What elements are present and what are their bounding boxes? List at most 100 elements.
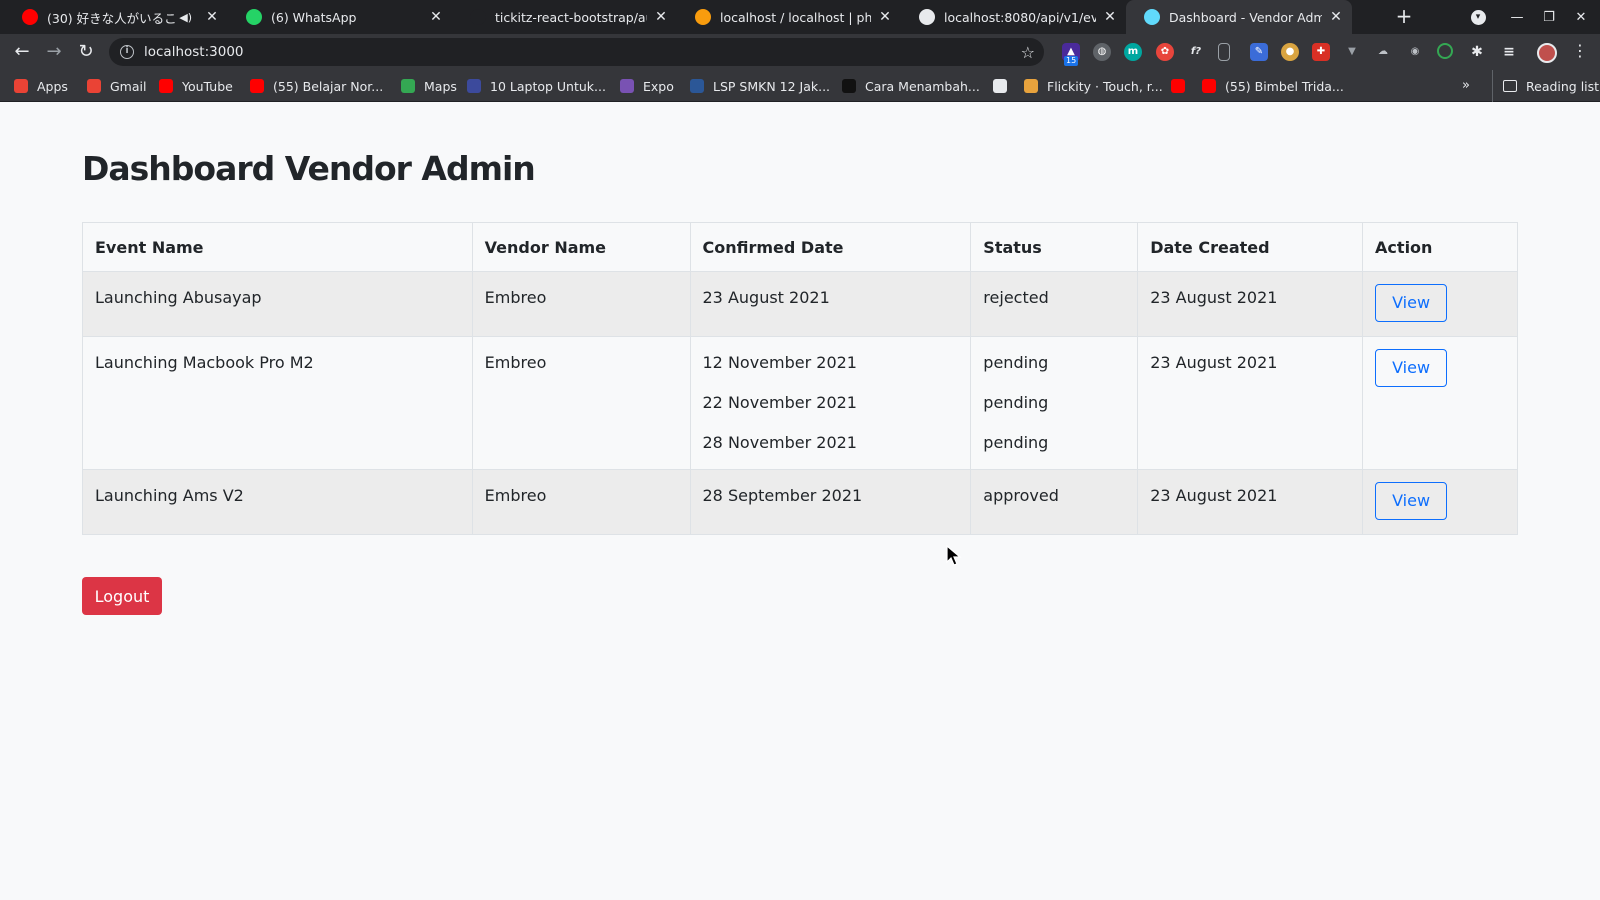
logout-button[interactable]: Logout (82, 577, 162, 615)
reload-button[interactable]: ↻ (74, 40, 98, 64)
gmail-icon (87, 79, 101, 93)
bookmark-label: Expo (643, 78, 674, 94)
extension-picker-icon[interactable]: ✎ (1250, 43, 1268, 61)
bookmark-item[interactable]: Expo (620, 70, 674, 102)
status-cell: approved (983, 486, 1059, 505)
date-created-cell: 23 August 2021 (1150, 353, 1278, 372)
extension-red-icon[interactable]: ✚ (1312, 43, 1330, 61)
browser-menu-icon[interactable]: ⋮ (1572, 41, 1588, 60)
bookmark-label: Gmail (110, 78, 147, 94)
close-tab-icon[interactable]: ✕ (204, 9, 220, 25)
table-row: Launching Abusayap Embreo 23 August 2021 re… (82, 271, 1518, 337)
close-tab-icon[interactable]: ✕ (428, 9, 444, 25)
globe-icon (919, 9, 935, 25)
media-control-icon[interactable]: ≡ (1500, 43, 1518, 61)
browser-tab-bar: (30) 好きな人がいること ◀) ✕ (6) WhatsApp ✕ tickitz-re… (0, 0, 1600, 34)
date-created-cell: 23 August 2021 (1150, 288, 1278, 307)
close-tab-icon[interactable]: ✕ (877, 9, 893, 25)
close-tab-icon[interactable]: ✕ (653, 9, 669, 25)
browser-tab-1[interactable]: (6) WhatsApp ✕ (228, 0, 452, 34)
reading-list-button[interactable]: Reading list (1492, 70, 1599, 102)
tab-title: tickitz-react-bootstrap/auth (495, 9, 647, 25)
mouse-cursor-icon (946, 545, 962, 566)
bookmark-item[interactable] (993, 70, 1016, 102)
page-viewport: Dashboard Vendor Admin Event Name Vendor… (0, 103, 1600, 900)
view-button[interactable]: View (1375, 284, 1448, 322)
extension-vue-icon[interactable]: ▼ (1343, 43, 1361, 61)
bootstrap-icon (620, 79, 634, 93)
header-confirmed-date: Confirmed Date (689, 222, 972, 272)
bookmark-item[interactable]: Flickity · Touch, r... (1024, 70, 1163, 102)
browser-tab-2[interactable]: tickitz-react-bootstrap/auth ✕ (452, 0, 677, 34)
header-event-name: Event Name (82, 222, 473, 272)
profile-avatar[interactable] (1537, 43, 1557, 63)
vendor-name-cell: Embreo (484, 353, 547, 372)
bookmark-item[interactable]: Cara Menambah... (842, 70, 980, 102)
tab-search-button[interactable]: ▾ (1466, 0, 1490, 34)
extension-globe-icon[interactable]: ◍ (1093, 43, 1111, 61)
bookmark-item[interactable]: (55) Belajar Nor... (250, 70, 383, 102)
site-info-icon[interactable]: i (120, 45, 134, 59)
bookmark-item[interactable]: 10 Laptop Untuk... (467, 70, 606, 102)
bookmark-label: Apps (37, 78, 68, 94)
extension-circle-icon[interactable] (1437, 43, 1453, 59)
browser-tab-5[interactable]: Dashboard - Vendor Admin ✕ (1126, 0, 1352, 34)
date-created-cell: 23 August 2021 (1150, 486, 1278, 505)
whatsapp-icon (246, 9, 262, 25)
bookmark-item[interactable] (1171, 70, 1194, 102)
close-tab-icon[interactable]: ✕ (1328, 9, 1344, 25)
address-bar[interactable]: i localhost:3000 ☆ (109, 38, 1044, 66)
page-title: Dashboard Vendor Admin (82, 149, 536, 188)
youtube-icon (1171, 79, 1185, 93)
new-tab-button[interactable]: + (1392, 5, 1416, 29)
bookmark-label: 10 Laptop Untuk... (490, 78, 606, 94)
bookmark-label: YouTube (182, 78, 233, 94)
table-row: Launching Ams V2 Embreo 28 September 2021 a… (82, 469, 1518, 535)
maximize-button[interactable]: ❐ (1537, 0, 1561, 34)
bookmark-label: Maps (424, 78, 457, 94)
close-tab-icon[interactable]: ✕ (1102, 9, 1118, 25)
back-button[interactable]: ← (10, 40, 34, 64)
extension-fx-icon[interactable]: f? (1187, 43, 1205, 61)
github-icon (842, 79, 856, 93)
more-bookmarks-button[interactable]: » (1462, 78, 1470, 93)
events-table: Event Name Vendor Name Confirmed Date St… (82, 222, 1518, 535)
bookmark-item[interactable]: Apps (14, 70, 68, 102)
browser-tab-0[interactable]: (30) 好きな人がいること ◀) ✕ (4, 0, 228, 34)
bookmark-item[interactable]: Maps (401, 70, 457, 102)
view-button[interactable]: View (1375, 482, 1448, 520)
address-url[interactable]: localhost:3000 (144, 44, 1021, 60)
extension-device-icon[interactable] (1218, 43, 1230, 61)
close-window-button[interactable]: ✕ (1569, 0, 1593, 34)
minimize-button[interactable]: — (1505, 0, 1529, 34)
bookmark-item[interactable]: YouTube (159, 70, 233, 102)
bookmark-label: Flickity · Touch, r... (1047, 78, 1163, 94)
bookmark-star-icon[interactable]: ☆ (1021, 43, 1035, 62)
tab-title: (30) 好きな人がいること (47, 10, 176, 26)
extension-color-icon[interactable]: ✿ (1156, 43, 1174, 61)
forward-button[interactable]: → (42, 40, 66, 64)
phpmyadmin-icon (695, 9, 711, 25)
bookmark-label: (55) Bimbel Trida... (1225, 78, 1344, 94)
flickity-icon (1024, 79, 1038, 93)
tab-title: localhost:8080/api/v1/event (944, 9, 1096, 25)
youtube-icon (159, 79, 173, 93)
browser-tab-4[interactable]: localhost:8080/api/v1/event ✕ (901, 0, 1126, 34)
extension-camera-icon[interactable]: ◉ (1406, 43, 1424, 61)
react-icon (1144, 9, 1160, 25)
header-vendor-name: Vendor Name (471, 222, 691, 272)
reading-list-label: Reading list (1526, 78, 1600, 94)
extension-cookie-icon[interactable]: ● (1281, 43, 1299, 61)
extension-cloud-icon[interactable]: ☁ (1374, 43, 1392, 61)
browser-tab-3[interactable]: localhost / localhost | phpM ✕ (677, 0, 901, 34)
bookmark-label: Cara Menambah... (865, 78, 980, 94)
bookmark-item[interactable]: Gmail (87, 70, 146, 102)
tab-title: (6) WhatsApp (271, 9, 357, 25)
globe-icon (993, 79, 1007, 93)
view-button[interactable]: View (1375, 349, 1448, 387)
bookmark-item[interactable]: LSP SMKN 12 Jak... (690, 70, 830, 102)
speaker-icon[interactable]: ◀) (179, 11, 192, 24)
extensions-puzzle-icon[interactable]: ✱ (1468, 43, 1486, 61)
bookmark-item[interactable]: (55) Bimbel Trida... (1202, 70, 1344, 102)
extension-m-icon[interactable]: m (1124, 43, 1142, 61)
